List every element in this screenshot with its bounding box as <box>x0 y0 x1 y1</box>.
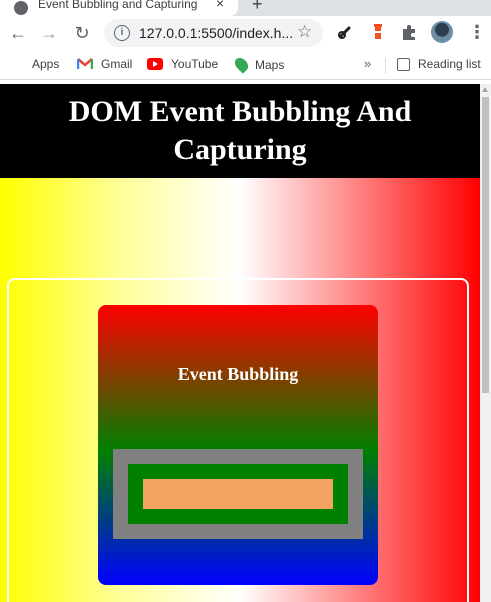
gmail-icon <box>77 58 93 69</box>
menu-icon[interactable]: ⋮ <box>468 22 486 43</box>
extension-icon[interactable] <box>368 22 388 42</box>
reading-list-icon <box>397 57 410 71</box>
orange-box[interactable] <box>143 479 333 509</box>
puzzle-icon <box>403 25 415 40</box>
bubbling-card[interactable]: Event Bubbling <box>98 305 378 585</box>
bookmark-gmail[interactable]: Gmail <box>77 57 132 71</box>
reload-button[interactable]: ↻ <box>70 21 94 45</box>
bookmark-label: Apps <box>32 57 60 71</box>
apps-grid-icon <box>10 57 24 71</box>
bookmark-label: YouTube <box>171 57 219 71</box>
extension-icon[interactable] <box>335 22 355 42</box>
scroll-up-arrow-icon[interactable] <box>482 87 488 92</box>
forward-button[interactable]: → <box>37 21 61 45</box>
bookmark-apps[interactable]: Apps <box>10 57 59 71</box>
youtube-icon <box>147 58 163 70</box>
extensions-puzzle-icon[interactable] <box>399 22 419 42</box>
link-extension-icon <box>338 26 351 39</box>
bookmark-label: Gmail <box>101 57 133 71</box>
bookmark-divider <box>385 58 386 74</box>
site-info-icon[interactable]: i <box>114 25 130 41</box>
page-header: DOM Event Bubbling And Capturing <box>0 84 480 178</box>
tab-title: Event Bubbling and Capturing <box>38 0 198 11</box>
bookmark-youtube[interactable]: YouTube <box>147 57 218 71</box>
browser-toolbar: ← → ↻ i 127.0.0.1:5500/index.h... ☆ ⋮ <box>0 16 491 50</box>
page-title: DOM Event Bubbling And Capturing <box>68 95 412 166</box>
more-bookmarks-icon[interactable]: » <box>364 56 371 71</box>
bookmarks-bar: Apps Gmail YouTube Maps » Reading list <box>0 50 491 80</box>
url-text[interactable]: 127.0.0.1:5500/index.h... <box>139 25 293 41</box>
page-viewport: DOM Event Bubbling And Capturing Event B… <box>0 84 480 602</box>
reading-list-label: Reading list <box>418 57 481 71</box>
bookmark-maps[interactable]: Maps <box>232 55 285 74</box>
bookmark-label: Maps <box>255 57 285 72</box>
tab-close-icon[interactable]: × <box>216 0 224 11</box>
browser-tab[interactable]: Event Bubbling and Capturing × <box>0 0 238 16</box>
card-title: Event Bubbling <box>177 364 299 384</box>
green-box[interactable] <box>128 464 348 524</box>
bookmark-star-icon[interactable]: ☆ <box>297 22 312 42</box>
new-tab-icon[interactable]: + <box>252 0 263 15</box>
maps-icon <box>232 55 251 74</box>
profile-avatar[interactable] <box>431 21 453 43</box>
scrollbar-thumb[interactable] <box>482 97 489 393</box>
address-bar[interactable]: i 127.0.0.1:5500/index.h... ☆ <box>104 19 323 47</box>
back-button[interactable]: ← <box>6 21 30 45</box>
reading-list-button[interactable]: Reading list <box>397 57 481 71</box>
page-scrollbar[interactable] <box>480 84 491 602</box>
grey-box[interactable] <box>113 449 363 539</box>
favicon-icon <box>14 1 28 15</box>
tab-strip: Event Bubbling and Capturing × + <box>0 0 491 16</box>
lighthouse-icon <box>374 24 382 39</box>
